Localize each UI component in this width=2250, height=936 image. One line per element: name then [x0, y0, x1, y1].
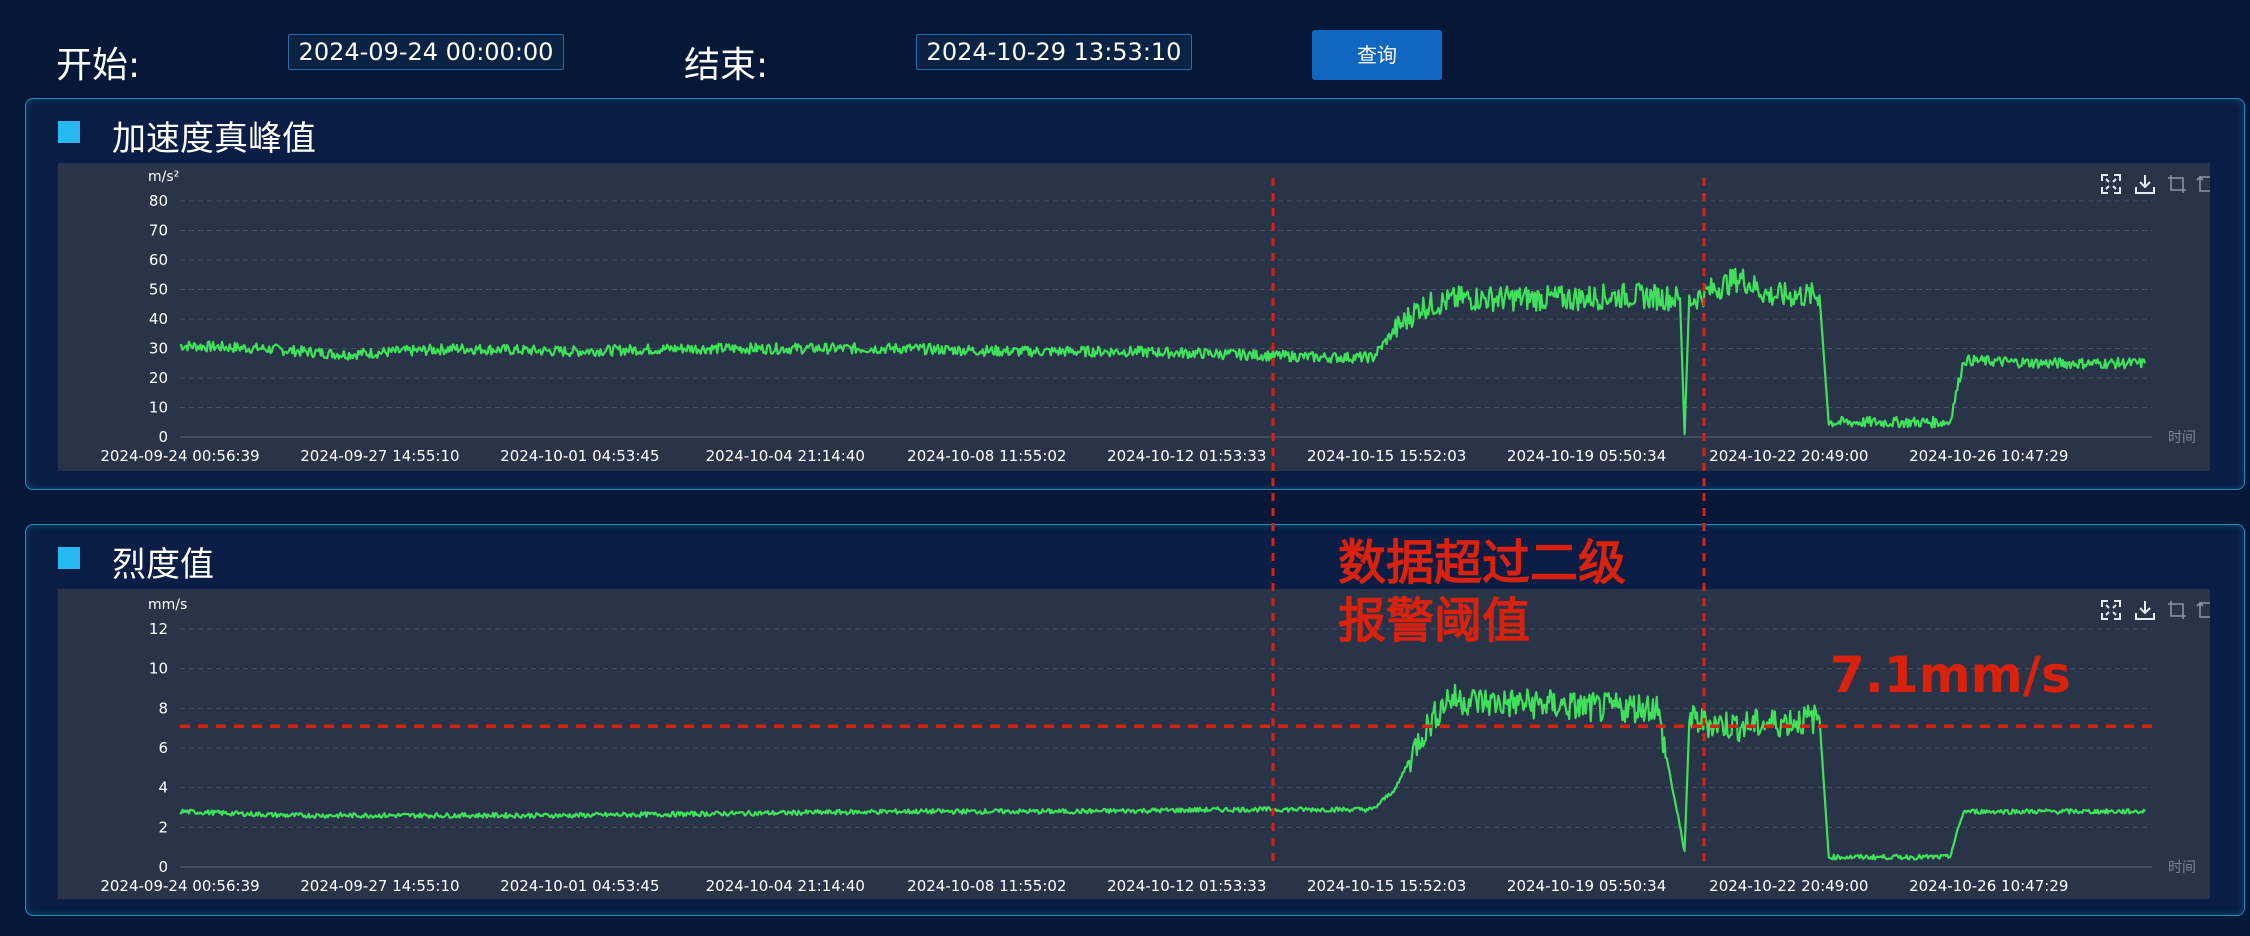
y-tick-label: 50: [149, 281, 168, 299]
x-axis-name-label: 时间: [2168, 430, 2196, 446]
y-tick-label: 20: [149, 369, 168, 387]
x-tick-label: 2024-10-26 10:47:29: [1909, 877, 2068, 895]
x-tick-label: 2024-10-22 20:49:00: [1709, 877, 1868, 895]
y-tick-label: 4: [158, 779, 168, 797]
series-line: [179, 683, 2146, 861]
query-button[interactable]: 查询: [1312, 30, 1442, 80]
y-tick-label: 12: [149, 620, 168, 638]
x-tick-label: 2024-10-08 11:55:02: [907, 877, 1066, 895]
start-label: 开始:: [56, 45, 141, 86]
download-icon[interactable]: [2135, 601, 2155, 620]
x-tick-label: 2024-09-27 14:55:10: [300, 877, 459, 895]
x-tick-label: 2024-09-27 14:55:10: [300, 447, 459, 465]
y-tick-label: 40: [149, 310, 168, 328]
intensity-chart[interactable]: 0 2 4 6 8 10 12 mm/s 时间 2024-09-24 00:56:39 2024-0…: [58, 589, 2210, 899]
y-tick-label: 8: [158, 699, 168, 717]
chart-toolbar: [2101, 174, 2210, 194]
y-tick-label: 6: [158, 739, 168, 757]
fullscreen-icon[interactable]: [2101, 174, 2121, 194]
zoom-select-icon[interactable]: [2168, 175, 2186, 193]
accel-peak-panel: 加速度真峰值 0 10 20 30 40 50 60 70 80 m/s² 时间 2024-09-24…: [25, 98, 2245, 490]
y-tick-label: 80: [149, 192, 168, 210]
accel-peak-chart[interactable]: 0 10 20 30 40 50 60 70 80 m/s² 时间 2024-09-24 00:56:…: [58, 163, 2210, 471]
end-label: 结束:: [684, 45, 769, 86]
intensity-panel: 烈度值 0 2 4 6 8 10 12 mm/s 时间 2024-09-24 00:56:39 20…: [25, 524, 2245, 916]
y-tick-label: 2: [158, 818, 168, 836]
chart-toolbar: [2101, 600, 2210, 620]
chart-svg: 0 2 4 6 8 10 12 mm/s 时间 2024-09-24 00:56:39 2024-0…: [100, 597, 2210, 895]
panel-square-icon: [58, 547, 80, 569]
y-tick-label: 10: [149, 660, 168, 678]
x-axis-name-label: 时间: [2168, 860, 2196, 876]
chart-svg: 0 10 20 30 40 50 60 70 80 m/s² 时间 2024-09-24 00:56:…: [100, 169, 2210, 465]
x-tick-label: 2024-09-24 00:56:39: [100, 877, 259, 895]
zoom-select-icon[interactable]: [2168, 601, 2186, 619]
x-tick-label: 2024-10-15 15:52:03: [1307, 877, 1466, 895]
x-tick-label: 2024-10-22 20:49:00: [1709, 447, 1868, 465]
y-axis-unit-label: mm/s: [148, 597, 187, 613]
panel-header: 加速度真峰值: [26, 99, 2244, 163]
series-line: [179, 267, 2147, 436]
y-tick-label: 60: [149, 251, 168, 269]
x-tick-label: 2024-10-12 01:53:33: [1107, 877, 1266, 895]
y-tick-label: 70: [149, 222, 168, 240]
x-tick-label: 2024-10-04 21:14:40: [706, 877, 865, 895]
x-tick-label: 2024-10-04 21:14:40: [706, 447, 865, 465]
y-tick-label: 30: [149, 340, 168, 358]
zoom-reset-icon[interactable]: [2196, 175, 2210, 192]
panel-title: 加速度真峰值: [112, 119, 316, 159]
query-bar: 开始: 2024-09-24 00:00:00 结束: 2024-10-29 1…: [0, 0, 2250, 100]
y-tick-label: 0: [158, 428, 168, 446]
x-tick-label: 2024-10-19 05:50:34: [1507, 447, 1666, 465]
x-tick-label: 2024-10-26 10:47:29: [1909, 447, 2068, 465]
panel-header: 烈度值: [26, 525, 2244, 589]
x-tick-label: 2024-10-08 11:55:02: [907, 447, 1066, 465]
y-axis-unit-label: m/s²: [148, 169, 179, 185]
x-tick-label: 2024-10-15 15:52:03: [1307, 447, 1466, 465]
panel-square-icon: [58, 121, 80, 143]
zoom-reset-icon[interactable]: [2196, 601, 2210, 618]
x-tick-label: 2024-10-01 04:53:45: [500, 447, 659, 465]
end-datetime-input[interactable]: 2024-10-29 13:53:10: [916, 34, 1192, 70]
x-tick-label: 2024-10-19 05:50:34: [1507, 877, 1666, 895]
x-tick-label: 2024-10-12 01:53:33: [1107, 447, 1266, 465]
start-datetime-input[interactable]: 2024-09-24 00:00:00: [288, 34, 564, 70]
download-icon[interactable]: [2135, 175, 2155, 194]
x-tick-label: 2024-09-24 00:56:39: [100, 447, 259, 465]
y-tick-label: 10: [149, 399, 168, 417]
x-tick-label: 2024-10-01 04:53:45: [500, 877, 659, 895]
y-tick-label: 0: [158, 858, 168, 876]
fullscreen-icon[interactable]: [2101, 600, 2121, 620]
panel-title: 烈度值: [112, 545, 214, 585]
